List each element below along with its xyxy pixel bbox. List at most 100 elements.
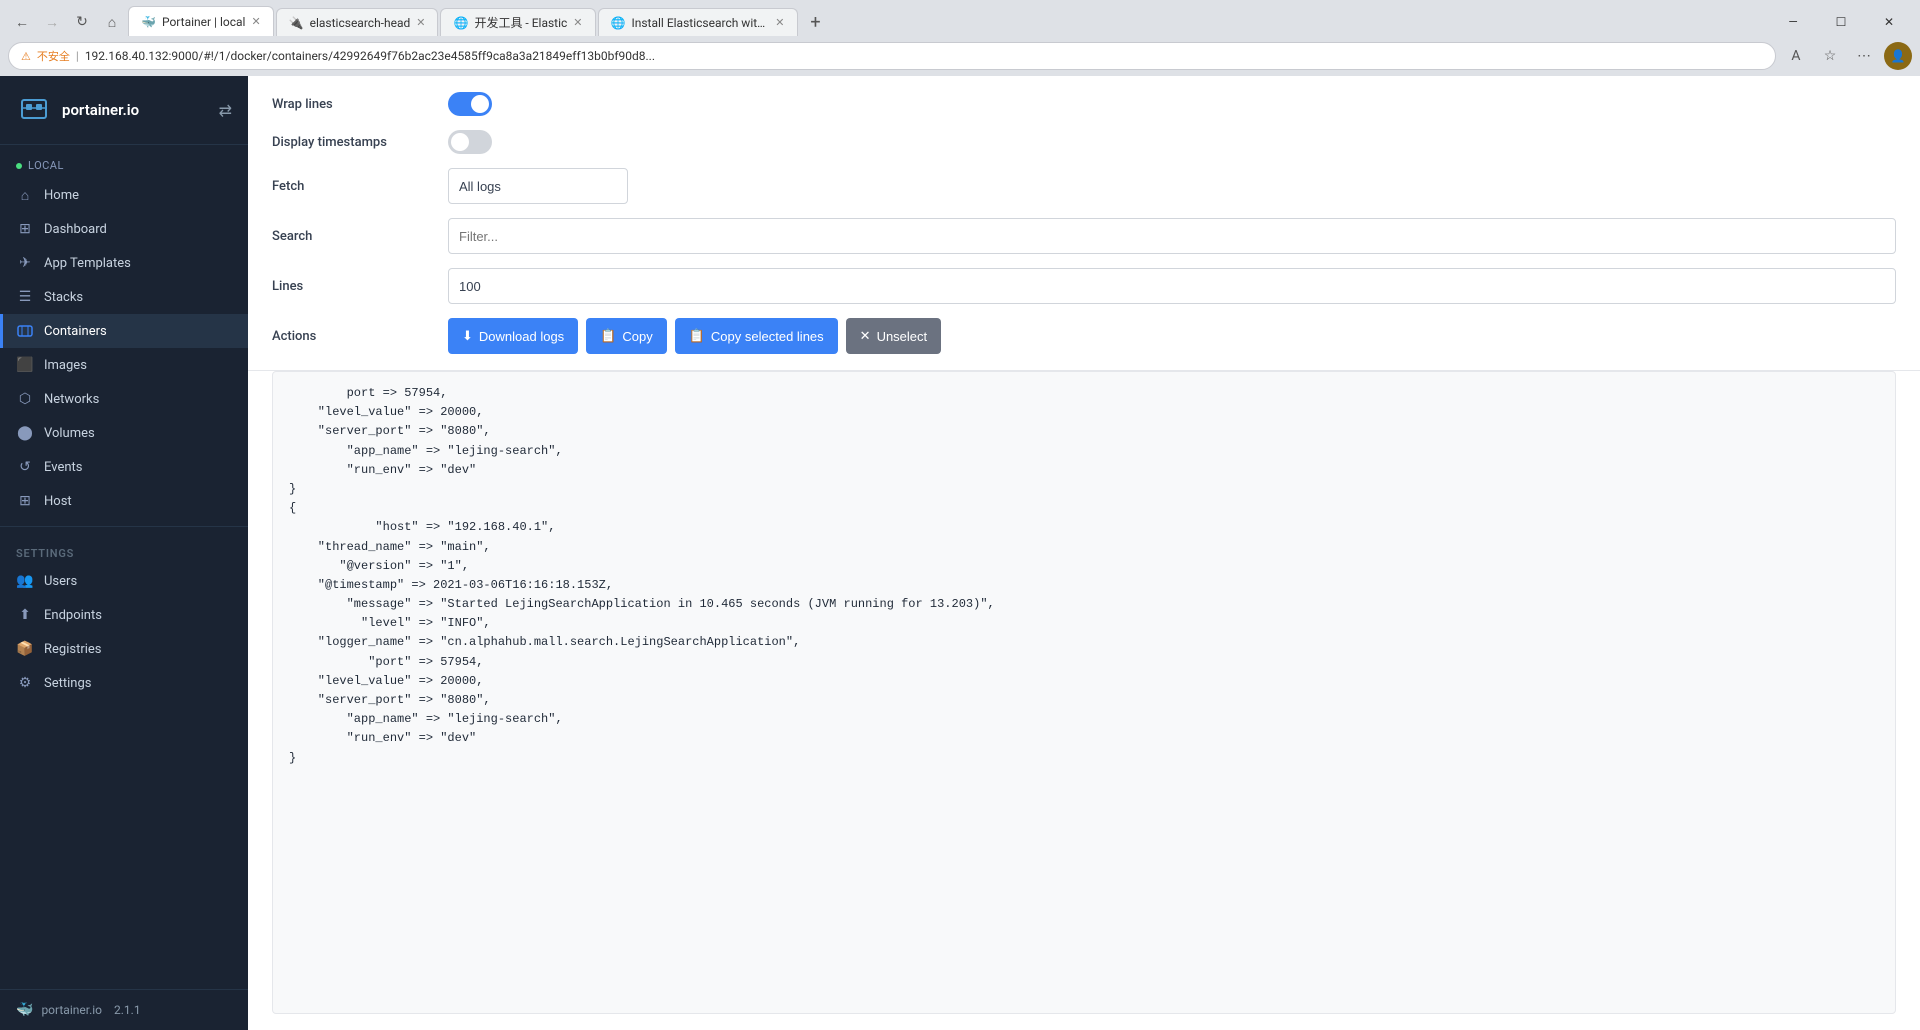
copy-selected-label: Copy selected lines — [711, 329, 824, 344]
sidebar-item-app-templates[interactable]: ✈ App Templates — [0, 246, 248, 280]
browser-nav-forward[interactable]: → — [38, 8, 66, 36]
registries-icon: 📦 — [16, 640, 34, 658]
unselect-icon: ✕ — [860, 328, 871, 344]
wrap-lines-toggle[interactable] — [448, 92, 492, 116]
sidebar-item-containers[interactable]: Containers — [0, 314, 248, 348]
tab-devtools-title: 开发工具 - Elastic — [474, 14, 567, 31]
sidebar-item-stacks[interactable]: ☰ Stacks — [0, 280, 248, 314]
action-buttons: ⬇ Download logs 📋 Copy 📋 Copy selected l… — [448, 318, 941, 354]
copy-button[interactable]: 📋 Copy — [586, 318, 667, 354]
sidebar-item-home[interactable]: ⌂ Home — [0, 178, 248, 212]
settings-section-label: SETTINGS — [0, 535, 248, 564]
browser-menu-icon[interactable]: ⋯ — [1850, 42, 1878, 70]
sidebar-item-images[interactable]: ⬛ Images — [0, 348, 248, 382]
sidebar-env-indicator: LOCAL — [0, 153, 248, 178]
download-logs-label: Download logs — [479, 329, 564, 344]
display-timestamps-toggle[interactable] — [448, 130, 492, 154]
copy-icon: 📋 — [600, 328, 616, 344]
unselect-label: Unselect — [877, 329, 928, 344]
sidebar-item-stacks-label: Stacks — [44, 290, 83, 305]
fetch-select[interactable]: All logs Last 100 Last 500 Last 1000 — [448, 168, 628, 204]
unselect-button[interactable]: ✕ Unselect — [846, 318, 941, 354]
log-content[interactable]: port => 57954, "level_value" => 20000, "… — [273, 372, 1895, 1013]
portainer-footer-text: portainer.io — [41, 1003, 102, 1017]
sidebar-item-registries[interactable]: 📦 Registries — [0, 632, 248, 666]
tab-elasticsearch-title: elasticsearch-head — [310, 16, 411, 30]
translate-icon[interactable]: A — [1782, 42, 1810, 70]
wrap-lines-row: Wrap lines — [272, 92, 1896, 116]
browser-nav-refresh[interactable]: ↻ — [68, 8, 96, 36]
portainer-footer-icon: 🐳 — [16, 1002, 33, 1018]
user-avatar[interactable]: 👤 — [1884, 42, 1912, 70]
browser-nav-home[interactable]: ⌂ — [98, 8, 126, 36]
tab-devtools-close[interactable]: ✕ — [573, 16, 582, 29]
sidebar-bottom: 🐳 portainer.io 2.1.1 — [0, 989, 248, 1030]
sidebar-item-app-templates-label: App Templates — [44, 256, 131, 271]
security-warning-icon: ⚠ — [21, 50, 31, 63]
tab-install[interactable]: 🌐 Install Elasticsearch with Docker ✕ — [598, 8, 798, 36]
sidebar-item-dashboard-label: Dashboard — [44, 222, 107, 237]
host-icon: ⊞ — [16, 492, 34, 510]
window-maximize[interactable]: ☐ — [1818, 8, 1864, 36]
sidebar-item-containers-label: Containers — [44, 324, 107, 339]
home-icon: ⌂ — [16, 186, 34, 204]
sidebar-item-settings[interactable]: ⚙ Settings — [0, 666, 248, 700]
tab-portainer-close[interactable]: ✕ — [251, 15, 260, 28]
volumes-icon: ⬤ — [16, 424, 34, 442]
download-logs-button[interactable]: ⬇ Download logs — [448, 318, 578, 354]
copy-selected-button[interactable]: 📋 Copy selected lines — [675, 318, 838, 354]
search-label: Search — [272, 229, 432, 244]
copy-label: Copy — [622, 329, 652, 344]
tab-install-close[interactable]: ✕ — [775, 16, 784, 29]
sidebar-item-volumes-label: Volumes — [44, 426, 95, 441]
sidebar-transfer-icon[interactable]: ⇄ — [219, 101, 232, 120]
sidebar-item-users-label: Users — [44, 574, 77, 589]
tab-portainer[interactable]: 🐳 Portainer | local ✕ — [128, 6, 274, 36]
tab-portainer-title: Portainer | local — [162, 15, 246, 29]
lines-label: Lines — [272, 279, 432, 294]
display-timestamps-slider — [448, 130, 492, 154]
address-separator: | — [76, 49, 79, 63]
search-input[interactable] — [448, 218, 1896, 254]
download-icon: ⬇ — [462, 328, 473, 344]
address-bar[interactable]: ⚠ 不安全 | 192.168.40.132:9000/#!/1/docker/… — [8, 42, 1776, 70]
sidebar-item-host[interactable]: ⊞ Host — [0, 484, 248, 518]
fetch-label: Fetch — [272, 179, 432, 194]
tab-devtools[interactable]: 🌐 开发工具 - Elastic ✕ — [440, 8, 595, 36]
new-tab-button[interactable]: + — [802, 8, 830, 36]
lines-input[interactable] — [448, 268, 1896, 304]
sidebar-item-endpoints[interactable]: ⬆ Endpoints — [0, 598, 248, 632]
sidebar-item-home-label: Home — [44, 188, 79, 203]
sidebar-item-users[interactable]: 👥 Users — [0, 564, 248, 598]
sidebar-item-images-label: Images — [44, 358, 87, 373]
window-minimize[interactable]: — — [1770, 8, 1816, 36]
sidebar-settings-section: SETTINGS 👥 Users ⬆ Endpoints 📦 Registrie… — [0, 526, 248, 708]
tab-portainer-icon: 🐳 — [141, 15, 156, 29]
env-label: LOCAL — [28, 159, 64, 172]
sidebar-item-dashboard[interactable]: ⊞ Dashboard — [0, 212, 248, 246]
display-timestamps-label: Display timestamps — [272, 135, 432, 150]
images-icon: ⬛ — [16, 356, 34, 374]
browser-nav-back[interactable]: ← — [8, 8, 36, 36]
portainer-logo-icon — [16, 92, 52, 128]
settings-icon: ⚙ — [16, 674, 34, 692]
app-templates-icon: ✈ — [16, 254, 34, 272]
sidebar-item-events[interactable]: ↺ Events — [0, 450, 248, 484]
tab-elasticsearch[interactable]: 🔌 elasticsearch-head ✕ — [276, 8, 439, 36]
search-row: Search — [272, 218, 1896, 254]
tab-elasticsearch-close[interactable]: ✕ — [416, 16, 425, 29]
log-viewer: port => 57954, "level_value" => 20000, "… — [272, 371, 1896, 1014]
sidebar-item-events-label: Events — [44, 460, 82, 475]
sidebar-item-volumes[interactable]: ⬤ Volumes — [0, 416, 248, 450]
tab-install-title: Install Elasticsearch with Docker — [631, 16, 769, 30]
users-icon: 👥 — [16, 572, 34, 590]
networks-icon: ⬡ — [16, 390, 34, 408]
events-icon: ↺ — [16, 458, 34, 476]
address-url: 192.168.40.132:9000/#!/1/docker/containe… — [85, 49, 1763, 63]
window-close[interactable]: ✕ — [1866, 8, 1912, 36]
main-content: Wrap lines Display timestamps — [248, 76, 1920, 1030]
actions-row: Actions ⬇ Download logs 📋 Copy 📋 Copy se… — [272, 318, 1896, 354]
bookmark-icon[interactable]: ☆ — [1816, 42, 1844, 70]
sidebar-item-host-label: Host — [44, 494, 72, 509]
sidebar-item-networks[interactable]: ⬡ Networks — [0, 382, 248, 416]
